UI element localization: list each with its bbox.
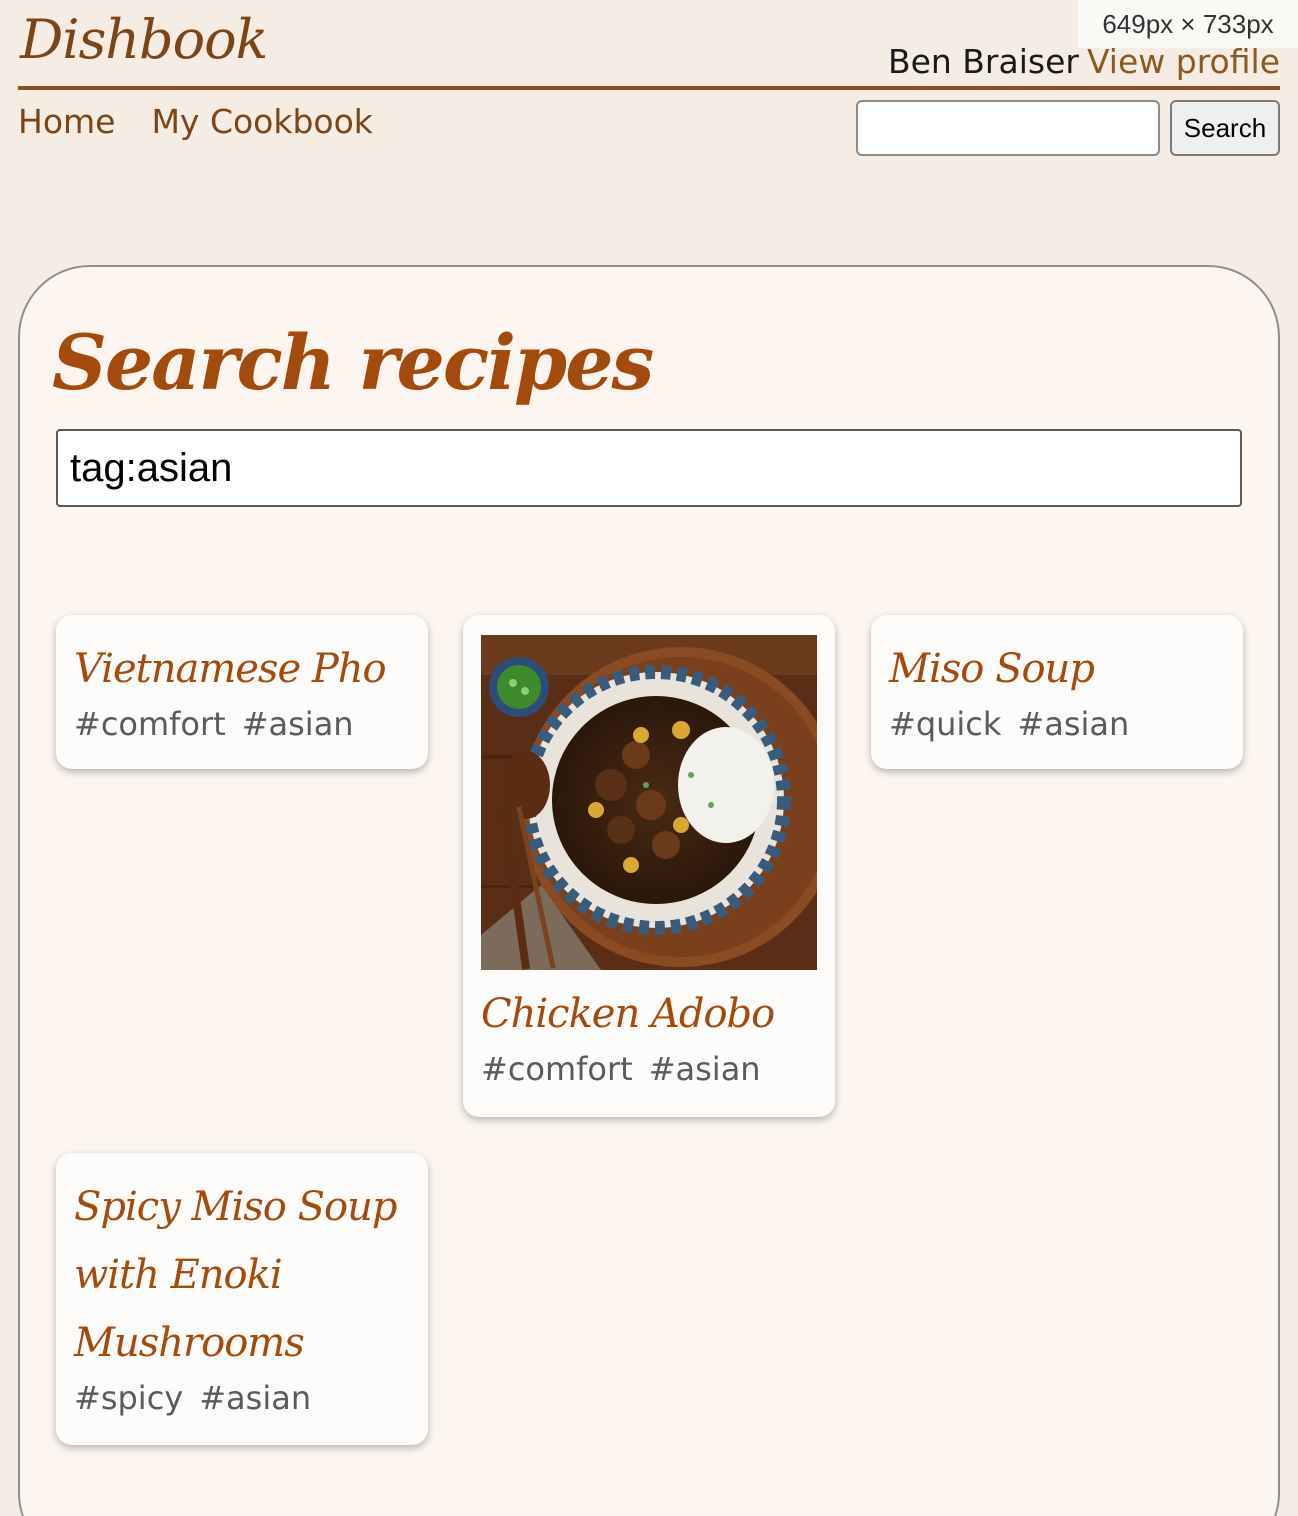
site-logo[interactable]: Dishbook <box>20 8 268 71</box>
recipe-title[interactable]: Miso Soup <box>889 635 1225 703</box>
recipe-card[interactable]: Spicy Miso Soup with Enoki Mushrooms #sp… <box>56 1153 428 1445</box>
header-search-button[interactable]: Search <box>1170 100 1280 156</box>
recipe-tag[interactable]: #asian <box>649 1050 761 1088</box>
recipe-title[interactable]: Vietnamese Pho <box>74 635 410 703</box>
recipe-title[interactable]: Spicy Miso Soup with Enoki Mushrooms <box>74 1173 410 1377</box>
recipe-tags: #comfort #asian <box>74 705 410 743</box>
header-search-input[interactable] <box>856 100 1160 156</box>
nav-my-cookbook[interactable]: My Cookbook <box>151 102 372 141</box>
recipe-tags: #spicy #asian <box>74 1379 410 1417</box>
recipe-tags: #comfort #asian <box>481 1050 817 1088</box>
recipe-card[interactable]: Vietnamese Pho #comfort #asian <box>56 615 428 769</box>
main-nav: Home My Cookbook <box>18 102 373 141</box>
page-title: Search recipes <box>52 318 654 407</box>
recipe-tag[interactable]: #asian <box>242 705 354 743</box>
viewport-size-label: 649px × 733px <box>1078 0 1298 48</box>
recipe-tag[interactable]: #comfort <box>74 705 226 743</box>
recipe-tag[interactable]: #comfort <box>481 1050 633 1088</box>
recipe-tag[interactable]: #asian <box>199 1379 311 1417</box>
recipe-card[interactable]: Miso Soup #quick #asian <box>871 615 1243 769</box>
recipe-tags: #quick #asian <box>889 705 1225 743</box>
nav-home[interactable]: Home <box>18 102 115 141</box>
user-name: Ben Braiser <box>887 42 1079 81</box>
recipe-card[interactable]: Chicken Adobo #comfort #asian <box>463 615 835 1117</box>
recipe-tag[interactable]: #quick <box>889 705 1001 743</box>
recipe-image[interactable] <box>481 635 817 970</box>
recipe-tag[interactable]: #spicy <box>74 1379 183 1417</box>
recipe-tag[interactable]: #asian <box>1017 705 1129 743</box>
recipe-title[interactable]: Chicken Adobo <box>481 980 817 1048</box>
recipe-search-input[interactable] <box>56 429 1242 507</box>
